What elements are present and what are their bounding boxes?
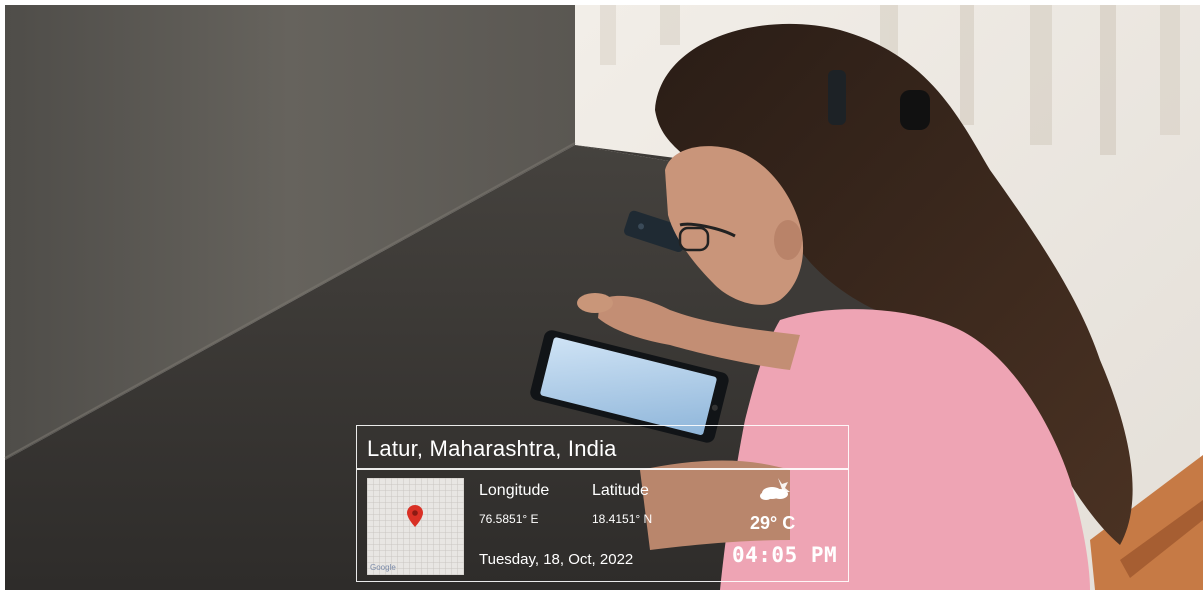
map-thumbnail: Google [367,478,464,575]
partly-cloudy-icon [760,478,790,500]
temperature-value: 29° C [750,513,796,533]
geotag-overlay: Latur, Maharashtra, India Google Longitu… [356,425,849,582]
latitude-value: 18.4151° N [592,512,653,526]
map-brand-label: Google [370,563,396,572]
longitude-value: 76.5851° E [479,512,539,526]
longitude-label: Longitude [479,482,550,499]
time-value: 04:05 PM [732,543,838,567]
map-pin-icon [407,505,423,527]
overlay-divider [357,468,848,470]
location-title: Latur, Maharashtra, India [367,436,617,461]
latitude-label: Latitude [592,482,649,499]
date-label: Tuesday, 18, Oct, 2022 [479,551,634,568]
